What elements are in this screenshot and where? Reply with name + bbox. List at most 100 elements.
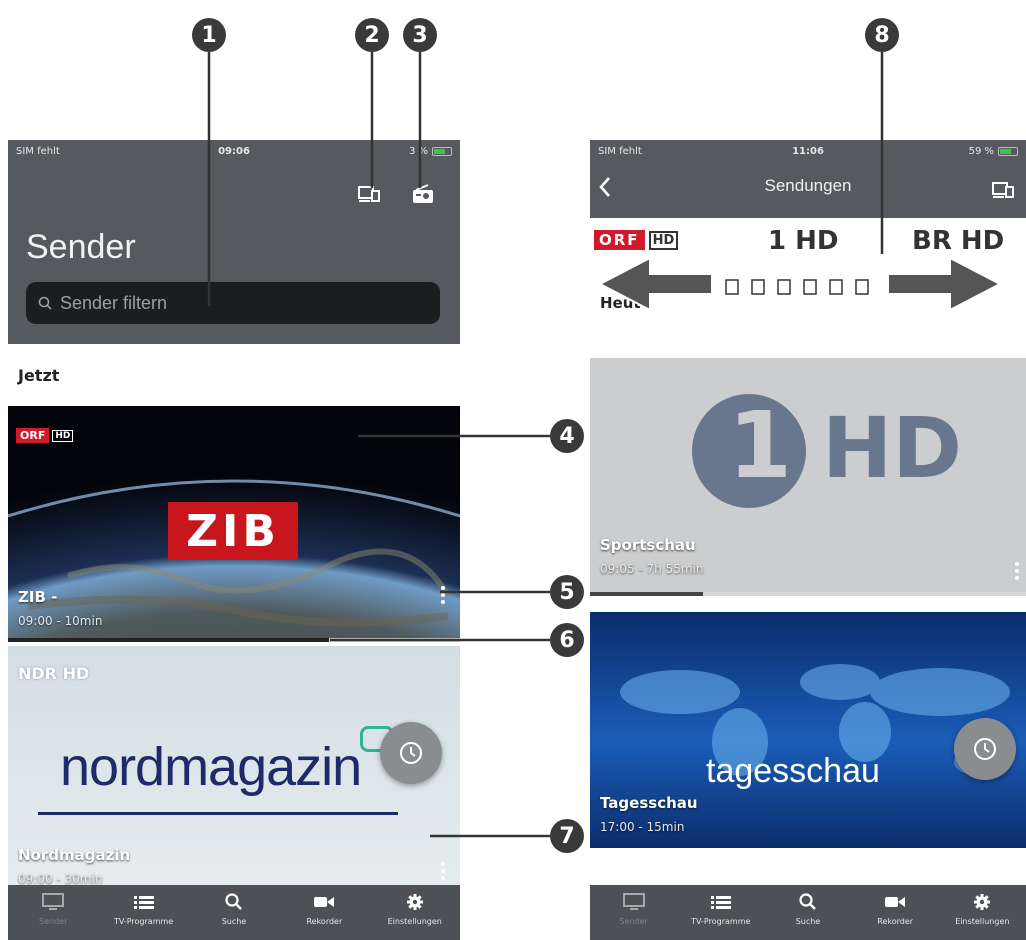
sender-header: SIM fehlt 09:06 3 % Sender — [8, 140, 460, 344]
page-title: Sendungen — [764, 176, 852, 195]
ndr-channel-logo: NDR HD — [18, 664, 90, 683]
program-card-sportschau[interactable]: 1 HD Sportschau 09:05 - 7h 55min — [590, 358, 1026, 592]
tab-label: TV-Programme — [691, 917, 751, 926]
clock-fab-button[interactable] — [954, 718, 1016, 780]
tv-icon — [622, 893, 645, 910]
progress-track — [590, 592, 1026, 596]
program-title: ZIB - — [18, 588, 58, 606]
bottom-tab-bar: Sender TV-Programme Suche Rekorder Einst… — [590, 885, 1026, 940]
more-options-icon[interactable] — [1014, 562, 1020, 580]
battery-percent: 59 % — [968, 145, 994, 157]
callout-2: 2 — [355, 18, 389, 52]
gear-icon — [974, 894, 991, 910]
left-phone-screen: SIM fehlt 09:06 3 % Sender Jetzt — [8, 140, 460, 940]
battery-indicator: 3 % — [409, 146, 452, 157]
program-time: 17:00 - 15min — [600, 820, 685, 834]
callout-6: 6 — [550, 623, 584, 657]
das-erste-logo: 1 — [692, 394, 806, 508]
tab-label: Rekorder — [877, 917, 914, 926]
callout-1: 1 — [192, 18, 226, 52]
tagesschau-logo: tagesschau — [706, 752, 880, 790]
search-icon — [38, 296, 52, 310]
tab-rekorder[interactable]: Rekorder — [284, 893, 364, 926]
page-title: Sender — [26, 228, 136, 266]
program-time: 09:00 - 10min — [18, 614, 103, 628]
list-icon — [133, 896, 154, 909]
section-today: Heute — [590, 282, 1026, 336]
progress-track — [8, 638, 460, 642]
tab-sender[interactable]: Sender — [13, 893, 93, 926]
tab-label: Einstellungen — [387, 917, 442, 926]
cast-devices-icon[interactable] — [358, 184, 380, 204]
zib-program-logo: ZIB — [168, 502, 298, 560]
tab-label: TV-Programme — [113, 917, 174, 926]
program-time: 09:05 - 7h 55min — [600, 562, 704, 576]
carrier-label: SIM fehlt — [16, 145, 60, 157]
gear-icon — [406, 894, 423, 910]
program-title: Sportschau — [600, 536, 696, 554]
tab-label: Suche — [221, 917, 247, 926]
bottom-tab-bar: Sender TV-Programme Suche Rekorder Einst… — [8, 885, 460, 940]
channel-selector[interactable]: ORF HD 1 HD BR HD — [590, 218, 1026, 282]
radio-icon[interactable] — [412, 184, 434, 204]
orf-channel-logo: ORF HD — [16, 428, 74, 443]
tab-tv-programme[interactable]: TV-Programme — [104, 893, 184, 926]
list-icon — [710, 896, 731, 909]
tab-suche[interactable]: Suche — [194, 893, 274, 926]
program-time: 09:00 - 30min — [18, 872, 103, 886]
status-bar: SIM fehlt 11:06 59 % — [590, 140, 1026, 162]
program-title: Nordmagazin — [18, 846, 131, 864]
search-icon — [799, 893, 816, 910]
clock: 09:06 — [218, 145, 250, 157]
callout-4: 4 — [550, 419, 584, 453]
status-bar: SIM fehlt 09:06 3 % — [8, 140, 460, 162]
battery-indicator: 59 % — [969, 146, 1018, 157]
more-options-icon[interactable] — [440, 586, 446, 604]
logo-underline — [38, 812, 398, 815]
clock-icon — [400, 742, 422, 764]
battery-icon — [432, 146, 452, 156]
sendungen-header: SIM fehlt 11:06 59 % Sendungen — [590, 140, 1026, 218]
program-card-zib[interactable]: ORF HD ZIB ZIB - 09:00 - 10min — [8, 406, 460, 638]
callout-8: 8 — [865, 18, 899, 52]
tab-label: Rekorder — [306, 917, 343, 926]
channel-br[interactable]: BR HD — [912, 226, 1004, 256]
hd-badge: HD — [648, 230, 679, 250]
tab-label: Sender — [619, 917, 648, 926]
progress-bar — [590, 592, 704, 596]
section-now: Jetzt — [8, 346, 460, 404]
callout-3: 3 — [403, 18, 437, 52]
carrier-label: SIM fehlt — [598, 145, 642, 157]
clock: 11:06 — [792, 145, 824, 157]
cast-devices-icon[interactable] — [992, 180, 1014, 200]
tab-einstellungen[interactable]: Einstellungen — [942, 893, 1022, 926]
tab-einstellungen[interactable]: Einstellungen — [375, 893, 455, 926]
channel-search[interactable] — [26, 282, 440, 324]
right-phone-screen: SIM fehlt 11:06 59 % Sendungen ORF HD 1 … — [590, 140, 1026, 940]
battery-icon — [998, 146, 1018, 156]
nordmagazin-logo: nordmagazin — [60, 737, 362, 797]
channel-das-erste[interactable]: 1 HD — [768, 226, 838, 256]
search-icon — [225, 893, 242, 910]
hd-logo: HD — [822, 399, 963, 497]
channel-orf[interactable]: ORF HD — [594, 230, 679, 250]
more-options-icon[interactable] — [440, 862, 446, 880]
tab-label: Suche — [795, 917, 821, 926]
tab-label: Sender — [39, 917, 68, 926]
tab-rekorder[interactable]: Rekorder — [855, 893, 935, 926]
tab-suche[interactable]: Suche — [768, 893, 848, 926]
camera-icon — [885, 897, 906, 907]
tab-sender[interactable]: Sender — [594, 893, 674, 926]
search-input[interactable] — [60, 292, 420, 314]
clock-icon — [974, 738, 996, 760]
tab-label: Einstellungen — [955, 917, 1010, 926]
program-title: Tagesschau — [600, 794, 698, 812]
callout-7: 7 — [550, 819, 584, 853]
battery-percent: 3 % — [408, 145, 428, 157]
callout-5: 5 — [550, 575, 584, 609]
clock-fab-button[interactable] — [380, 722, 442, 784]
camera-icon — [314, 897, 335, 907]
progress-bar — [8, 638, 329, 642]
tab-tv-programme[interactable]: TV-Programme — [681, 893, 761, 926]
tv-icon — [42, 893, 65, 910]
